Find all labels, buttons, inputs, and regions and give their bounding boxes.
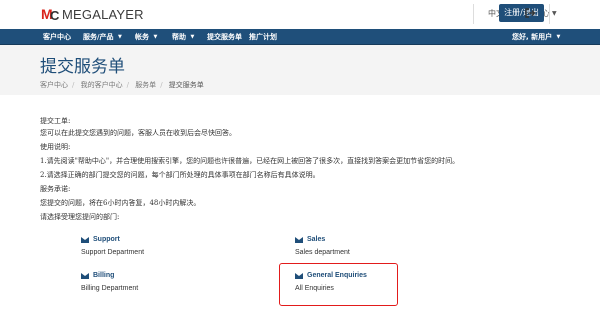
nav-item-client-center[interactable]: 客户中心: [43, 29, 71, 45]
text-line: 1.请先阅读"帮助中心"，并合理使用搜索引擎，您的问题也许很普遍，已经在网上被回…: [40, 157, 460, 165]
chevron-down-icon: ▼: [118, 34, 122, 40]
logo-mark-icon: M C: [41, 6, 60, 24]
department-billing[interactable]: Billing Billing Department: [81, 272, 138, 292]
nav-label: 客户中心: [43, 33, 71, 41]
text-line: 您提交的问题，将在6小时内答复，48小时内解决。: [40, 199, 201, 207]
department-description: Support Department: [81, 249, 145, 256]
department-support[interactable]: Support Support Department: [81, 236, 144, 256]
chevron-down-icon: ▼: [153, 34, 158, 40]
department-description: Billing Department: [81, 285, 139, 292]
department-name[interactable]: Support: [93, 236, 120, 243]
chevron-down-icon: ▼: [190, 34, 195, 40]
nav-item-billing[interactable]: 帐务 ▼: [135, 29, 157, 45]
envelope-icon: [295, 236, 303, 243]
text-line: 2.请选择正确的部门提交您的问题，每个部门所处理的具体事项在部门名称后有具体说明…: [40, 171, 320, 179]
divider: [549, 4, 550, 24]
nav-user-menu[interactable]: 您好, 新用户 ▼: [512, 29, 560, 45]
breadcrumb-item[interactable]: 客户中心: [40, 81, 68, 89]
nav-user-label: 您好, 新用户: [512, 33, 553, 41]
sign-out-icon[interactable]: [524, 7, 536, 19]
breadcrumb-separator: /: [72, 81, 75, 89]
department-description: Sales department: [295, 249, 350, 256]
breadcrumb-separator: /: [160, 81, 163, 89]
department-name[interactable]: Sales: [307, 236, 325, 243]
logo-text: MEGALAYER: [62, 7, 144, 22]
nav-label: 帮助: [172, 33, 186, 41]
chevron-down-icon: ▼: [556, 34, 561, 40]
text-line: 请选择受理您提问的部门:: [40, 213, 120, 221]
breadcrumb: 客户中心 / 我的客户中心 / 服务单 / 提交服务单: [40, 80, 204, 90]
nav-item-submit-ticket[interactable]: 提交服务单: [207, 29, 242, 45]
nav-label: 推广计划: [249, 33, 277, 41]
nav-label: 帐务: [135, 33, 149, 41]
nav-item-affiliate[interactable]: 推广计划: [249, 29, 277, 45]
chevron-down-icon: ▼: [552, 10, 557, 17]
nav-label: 提交服务单: [207, 33, 242, 41]
breadcrumb-current: 提交服务单: [168, 81, 204, 89]
envelope-icon: [81, 272, 89, 279]
nav-label: 服务/产品: [83, 33, 114, 41]
nav-item-services[interactable]: 服务/产品 ▼: [83, 29, 122, 45]
breadcrumb-item[interactable]: 服务单: [135, 81, 156, 89]
nav-item-help[interactable]: 帮助 ▼: [172, 29, 194, 45]
highlight-box: [279, 263, 398, 306]
divider: [473, 4, 474, 24]
text-line: 您可以在此提交您遇到的问题，客服人员在收到后会尽快回答。: [40, 129, 236, 137]
login-logout-button[interactable]: 注册/退出: [499, 4, 544, 22]
page-title: 提交服务单: [40, 57, 125, 77]
department-sales[interactable]: Sales Sales department: [295, 236, 350, 256]
department-name[interactable]: Billing: [93, 272, 114, 279]
text-heading: 使用说明:: [40, 143, 71, 151]
text-heading: 提交工单:: [40, 117, 71, 125]
logo[interactable]: M C MEGALAYER: [41, 6, 144, 24]
text-heading: 服务承诺:: [40, 185, 71, 193]
envelope-icon: [81, 236, 89, 243]
breadcrumb-item[interactable]: 我的客户中心: [81, 81, 123, 89]
main-nav: 客户中心 服务/产品 ▼ 帐务 ▼ 帮助 ▼ 提交服务单 推广计划 您好, 新用…: [0, 29, 600, 45]
breadcrumb-separator: /: [126, 81, 129, 89]
